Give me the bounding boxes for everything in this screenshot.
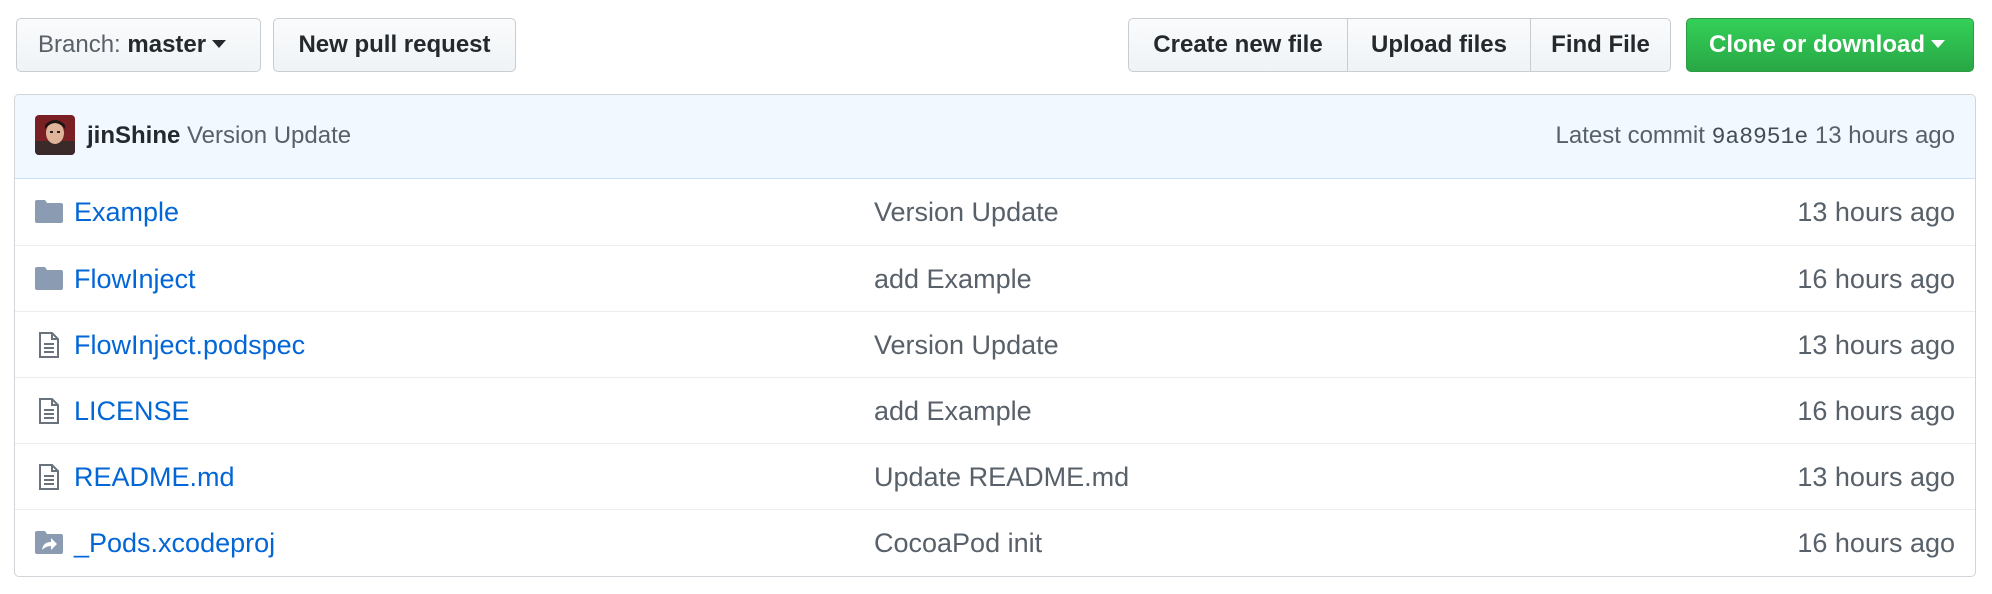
repository-file-browser: Branch: master New pull request Create n… [0, 0, 1992, 594]
file-icon [35, 398, 63, 424]
file-row[interactable]: FlowInject.podspec Version Update 13 hours… [15, 311, 1975, 377]
find-file-button[interactable]: Find File [1530, 18, 1671, 72]
file-name-link[interactable]: Example [74, 195, 179, 229]
file-age: 16 hours ago [1797, 528, 1955, 558]
file-row[interactable]: LICENSE add Example 16 hours ago [15, 377, 1975, 443]
caret-down-icon [212, 39, 227, 48]
branch-name: master [127, 31, 207, 58]
file-age: 13 hours ago [1797, 330, 1955, 360]
file-commit-message-link[interactable]: add Example [874, 394, 1032, 428]
file-list: jinShine Version Update Latest commit 9a… [14, 94, 1976, 577]
clone-or-download-button[interactable]: Clone or download [1686, 18, 1974, 72]
file-commit-message-link[interactable]: Update README.md [874, 460, 1129, 494]
file-commit-message-link[interactable]: Version Update [874, 328, 1059, 362]
file-name-link[interactable]: _Pods.xcodeproj [74, 526, 275, 560]
file-row[interactable]: _Pods.xcodeproj CocoaPod init 16 hours ago [15, 509, 1975, 575]
latest-commit-label: Latest commit [1555, 122, 1705, 149]
file-name-link[interactable]: README.md [74, 460, 235, 494]
file-name-link[interactable]: FlowInject [74, 262, 196, 296]
file-commit-message-link[interactable]: add Example [874, 262, 1032, 296]
file-icon [35, 332, 63, 358]
latest-commit-bar: jinShine Version Update Latest commit 9a… [15, 95, 1975, 179]
latest-commit-info: Latest commit 9a8951e 13 hours ago [1556, 121, 1955, 152]
file-row[interactable]: README.md Update README.md 13 hours ago [15, 443, 1975, 509]
file-navigation-toolbar: Branch: master New pull request Create n… [16, 18, 1976, 74]
clone-or-download-label: Clone or download [1709, 31, 1925, 58]
folder-icon [35, 199, 63, 225]
branch-select-button[interactable]: Branch: master [16, 18, 261, 72]
file-rows: Example Version Update 13 hours ago FlowInj… [15, 179, 1975, 575]
file-icon [35, 464, 63, 490]
author-avatar[interactable] [35, 115, 75, 155]
file-name-link[interactable]: LICENSE [74, 394, 190, 428]
commit-message-link[interactable]: Version Update [187, 121, 351, 151]
folder-icon [35, 266, 63, 292]
commit-sha-link[interactable]: 9a8951e [1712, 124, 1809, 150]
file-row[interactable]: FlowInject add Example 16 hours ago [15, 245, 1975, 311]
file-age: 16 hours ago [1797, 396, 1955, 426]
commit-age: 13 hours ago [1814, 122, 1955, 149]
file-commit-message-link[interactable]: CocoaPod init [874, 526, 1042, 560]
file-name-link[interactable]: FlowInject.podspec [74, 328, 305, 362]
file-age: 13 hours ago [1797, 197, 1955, 227]
file-commit-message-link[interactable]: Version Update [874, 195, 1059, 229]
create-new-file-button[interactable]: Create new file [1128, 18, 1348, 72]
file-row[interactable]: Example Version Update 13 hours ago [15, 179, 1975, 245]
file-age: 13 hours ago [1797, 462, 1955, 492]
caret-down-icon [1931, 39, 1945, 48]
commit-author-link[interactable]: jinShine [87, 121, 180, 151]
symlink-folder-icon [35, 530, 63, 556]
file-age: 16 hours ago [1797, 264, 1955, 294]
branch-prefix-label: Branch: [38, 31, 121, 58]
upload-files-button[interactable]: Upload files [1347, 18, 1531, 72]
new-pull-request-button[interactable]: New pull request [273, 18, 516, 72]
